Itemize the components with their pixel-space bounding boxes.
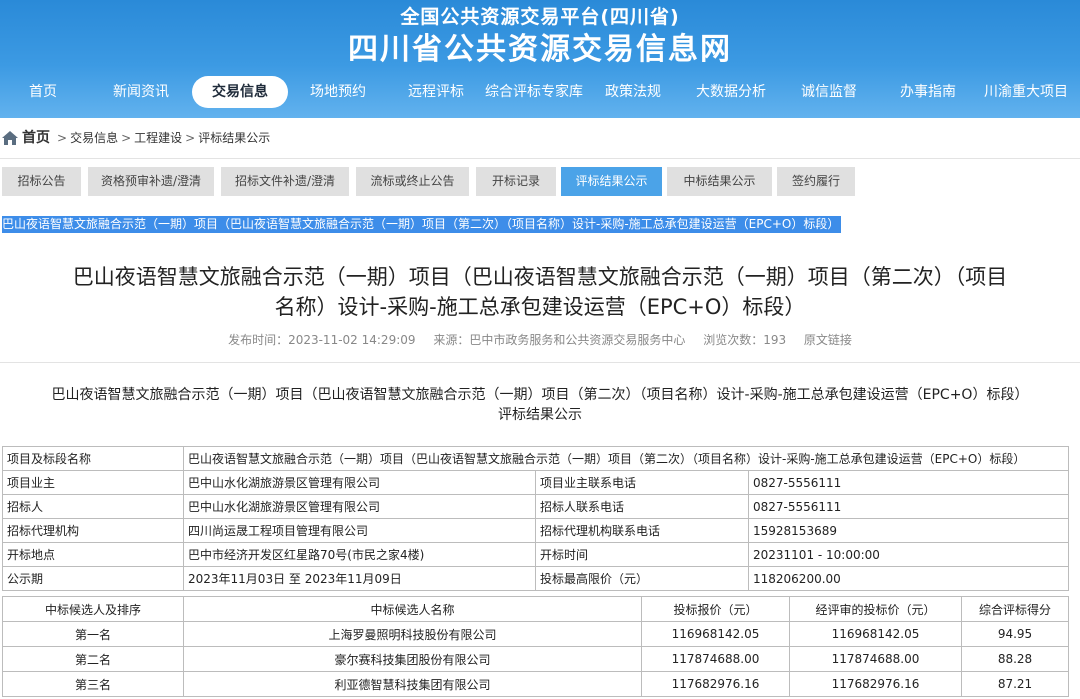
article-title-line: 名称）设计-采购-施工总承包建设运营（EPC+O）标段） <box>274 295 806 319</box>
tab-bid-opening-record[interactable]: 开标记录 <box>476 167 556 196</box>
selected-text-line[interactable]: 巴山夜语智慧文旅融合示范（一期）项目（巴山夜语智慧文旅融合示范（一期）项目（第二… <box>2 216 842 233</box>
source: 来源：巴中市政务服务和公共资源交易服务中心 <box>433 333 686 347</box>
table-label: 招标人 <box>2 494 184 519</box>
tab-prequalification-addendum[interactable]: 资格预审补遗/澄清 <box>88 167 214 196</box>
view-count: 浏览次数：193 <box>703 333 787 347</box>
breadcrumb-separator: > <box>121 131 132 145</box>
table-label: 项目业主 <box>2 470 184 495</box>
column-header: 投标报价（元） <box>641 596 790 622</box>
column-header: 综合评标得分 <box>961 596 1069 622</box>
tab-failed-bid-notice[interactable]: 流标或终止公告 <box>356 167 469 196</box>
table-row: 公示期 2023年11月03日 至 2023年11月09日 投标最高限价（元） … <box>2 566 1069 591</box>
tab-tender-notice[interactable]: 招标公告 <box>2 167 81 196</box>
breadcrumb-item[interactable]: 工程建设 <box>134 127 182 149</box>
nav-item-credit[interactable]: 诚信监督 <box>801 74 857 110</box>
table-row: 招标人 巴中山水化湖旅游景区管理有限公司 招标人联系电话 0827-555611… <box>2 494 1069 519</box>
table-label: 招标代理机构联系电话 <box>535 518 749 543</box>
table-row: 项目业主 巴中山水化湖旅游景区管理有限公司 项目业主联系电话 0827-5556… <box>2 470 1069 495</box>
table-label: 公示期 <box>2 566 184 591</box>
column-header: 中标候选人及排序 <box>2 596 184 622</box>
table-row: 第二名 豪尔赛科技集团股份有限公司 117874688.00 117874688… <box>2 646 1069 672</box>
table-label: 招标人联系电话 <box>535 494 749 519</box>
candidate-name-cell: 上海罗曼照明科技股份有限公司 <box>183 621 642 647</box>
divider <box>0 362 1080 363</box>
table-label: 开标时间 <box>535 542 749 567</box>
evaluated-price-cell: 117874688.00 <box>789 646 962 672</box>
table-value: 20231101 - 10:00:00 <box>748 542 1069 567</box>
table-value: 巴中山水化湖旅游景区管理有限公司 <box>183 470 536 495</box>
table-row: 招标代理机构 四川尚运晟工程项目管理有限公司 招标代理机构联系电话 159281… <box>2 518 1069 543</box>
table-label: 招标代理机构 <box>2 518 184 543</box>
nav-item-major-projects[interactable]: 川渝重大项目 <box>984 74 1068 110</box>
nav-item-big-data[interactable]: 大数据分析 <box>696 74 766 110</box>
document-title-line: 巴山夜语智慧文旅融合示范（一期）项目（巴山夜语智慧文旅融合示范（一期）项目（第二… <box>51 387 1029 403</box>
table-row: 项目及标段名称 巴山夜语智慧文旅融合示范（一期）项目（巴山夜语智慧文旅融合示范（… <box>2 446 1069 471</box>
nav-item-trade-info[interactable]: 交易信息 <box>192 76 288 108</box>
site-title[interactable]: 四川省公共资源交易信息网 <box>0 24 1080 68</box>
table-value: 15928153689 <box>748 518 1069 543</box>
breadcrumb-item[interactable]: 评标结果公示 <box>198 127 270 149</box>
breadcrumb-separator: > <box>185 131 196 145</box>
table-row: 第一名 上海罗曼照明科技股份有限公司 116968142.05 11696814… <box>2 621 1069 647</box>
nav-item-guide[interactable]: 办事指南 <box>900 74 956 110</box>
table-value: 118206200.00 <box>748 566 1069 591</box>
table-value: 2023年11月03日 至 2023年11月09日 <box>183 566 536 591</box>
evaluated-price-cell: 117682976.16 <box>789 671 962 697</box>
nav-item-home[interactable]: 首页 <box>29 74 57 110</box>
table-label: 开标地点 <box>2 542 184 567</box>
nav-item-expert-pool[interactable]: 综合评标专家库 <box>485 74 583 110</box>
site-header: 全国公共资源交易平台(四川省) 四川省公共资源交易信息网 首页 新闻资讯 交易信… <box>0 0 1080 118</box>
publish-time: 发布时间：2023-11-02 14:29:09 <box>228 333 416 347</box>
candidate-name-cell: 豪尔赛科技集团股份有限公司 <box>183 646 642 672</box>
bid-candidates-table: 中标候选人及排序 中标候选人名称 投标报价（元） 经评审的投标价（元） 综合评标… <box>2 596 1069 697</box>
original-link[interactable]: 原文链接 <box>804 333 852 347</box>
table-label: 项目及标段名称 <box>2 446 184 471</box>
nav-item-venue-booking[interactable]: 场地预约 <box>310 74 366 110</box>
bid-price-cell: 117682976.16 <box>641 671 790 697</box>
rank-cell: 第一名 <box>2 621 184 647</box>
breadcrumb: 首页 > 交易信息 > 工程建设 > 评标结果公示 <box>2 127 270 149</box>
nav-item-news[interactable]: 新闻资讯 <box>113 74 169 110</box>
breadcrumb-separator: > <box>57 131 68 145</box>
project-info-table: 项目及标段名称 巴山夜语智慧文旅融合示范（一期）项目（巴山夜语智慧文旅融合示范（… <box>2 446 1069 591</box>
bid-price-cell: 116968142.05 <box>641 621 790 647</box>
main-nav: 首页 新闻资讯 交易信息 场地预约 远程评标 综合评标专家库 政策法规 大数据分… <box>0 74 1080 112</box>
table-value: 巴山夜语智慧文旅融合示范（一期）项目（巴山夜语智慧文旅融合示范（一期）项目（第二… <box>183 446 1069 471</box>
nav-item-policy[interactable]: 政策法规 <box>605 74 661 110</box>
table-value: 巴中山水化湖旅游景区管理有限公司 <box>183 494 536 519</box>
table-row: 第三名 利亚德智慧科技集团有限公司 117682976.16 117682976… <box>2 671 1069 697</box>
article-title-line: 巴山夜语智慧文旅融合示范（一期）项目（巴山夜语智慧文旅融合示范（一期）项目（第二… <box>72 265 1008 289</box>
document-title: 巴山夜语智慧文旅融合示范（一期）项目（巴山夜语智慧文旅融合示范（一期）项目（第二… <box>0 385 1080 425</box>
table-value: 0827-5556111 <box>748 470 1069 495</box>
rank-cell: 第二名 <box>2 646 184 672</box>
table-label: 项目业主联系电话 <box>535 470 749 495</box>
table-value: 0827-5556111 <box>748 494 1069 519</box>
bid-price-cell: 117874688.00 <box>641 646 790 672</box>
divider <box>0 158 1080 159</box>
rank-cell: 第三名 <box>2 671 184 697</box>
score-cell: 88.28 <box>961 646 1069 672</box>
table-value: 巴中市经济开发区红星路70号(市民之家4楼) <box>183 542 536 567</box>
tab-tender-doc-addendum[interactable]: 招标文件补遗/澄清 <box>221 167 349 196</box>
article-title: 巴山夜语智慧文旅融合示范（一期）项目（巴山夜语智慧文旅融合示范（一期）项目（第二… <box>0 262 1080 322</box>
nav-item-remote-evaluation[interactable]: 远程评标 <box>408 74 464 110</box>
score-cell: 94.95 <box>961 621 1069 647</box>
article-meta: 发布时间：2023-11-02 14:29:09 来源：巴中市政务服务和公共资源… <box>0 331 1080 348</box>
tab-contract-performance[interactable]: 签约履行 <box>777 167 855 196</box>
document-title-line: 评标结果公示 <box>498 407 582 423</box>
table-label: 投标最高限价（元） <box>535 566 749 591</box>
evaluated-price-cell: 116968142.05 <box>789 621 962 647</box>
breadcrumb-item[interactable]: 交易信息 <box>70 127 118 149</box>
tab-evaluation-result[interactable]: 评标结果公示 <box>561 167 662 196</box>
table-header-row: 中标候选人及排序 中标候选人名称 投标报价（元） 经评审的投标价（元） 综合评标… <box>2 596 1069 622</box>
candidate-name-cell: 利亚德智慧科技集团有限公司 <box>183 671 642 697</box>
table-value: 四川尚运晟工程项目管理有限公司 <box>183 518 536 543</box>
tab-award-result[interactable]: 中标结果公示 <box>667 167 772 196</box>
score-cell: 87.21 <box>961 671 1069 697</box>
home-icon <box>2 131 18 145</box>
breadcrumb-home[interactable]: 首页 <box>22 127 50 149</box>
column-header: 经评审的投标价（元） <box>789 596 962 622</box>
column-header: 中标候选人名称 <box>183 596 642 622</box>
table-row: 开标地点 巴中市经济开发区红星路70号(市民之家4楼) 开标时间 2023110… <box>2 542 1069 567</box>
